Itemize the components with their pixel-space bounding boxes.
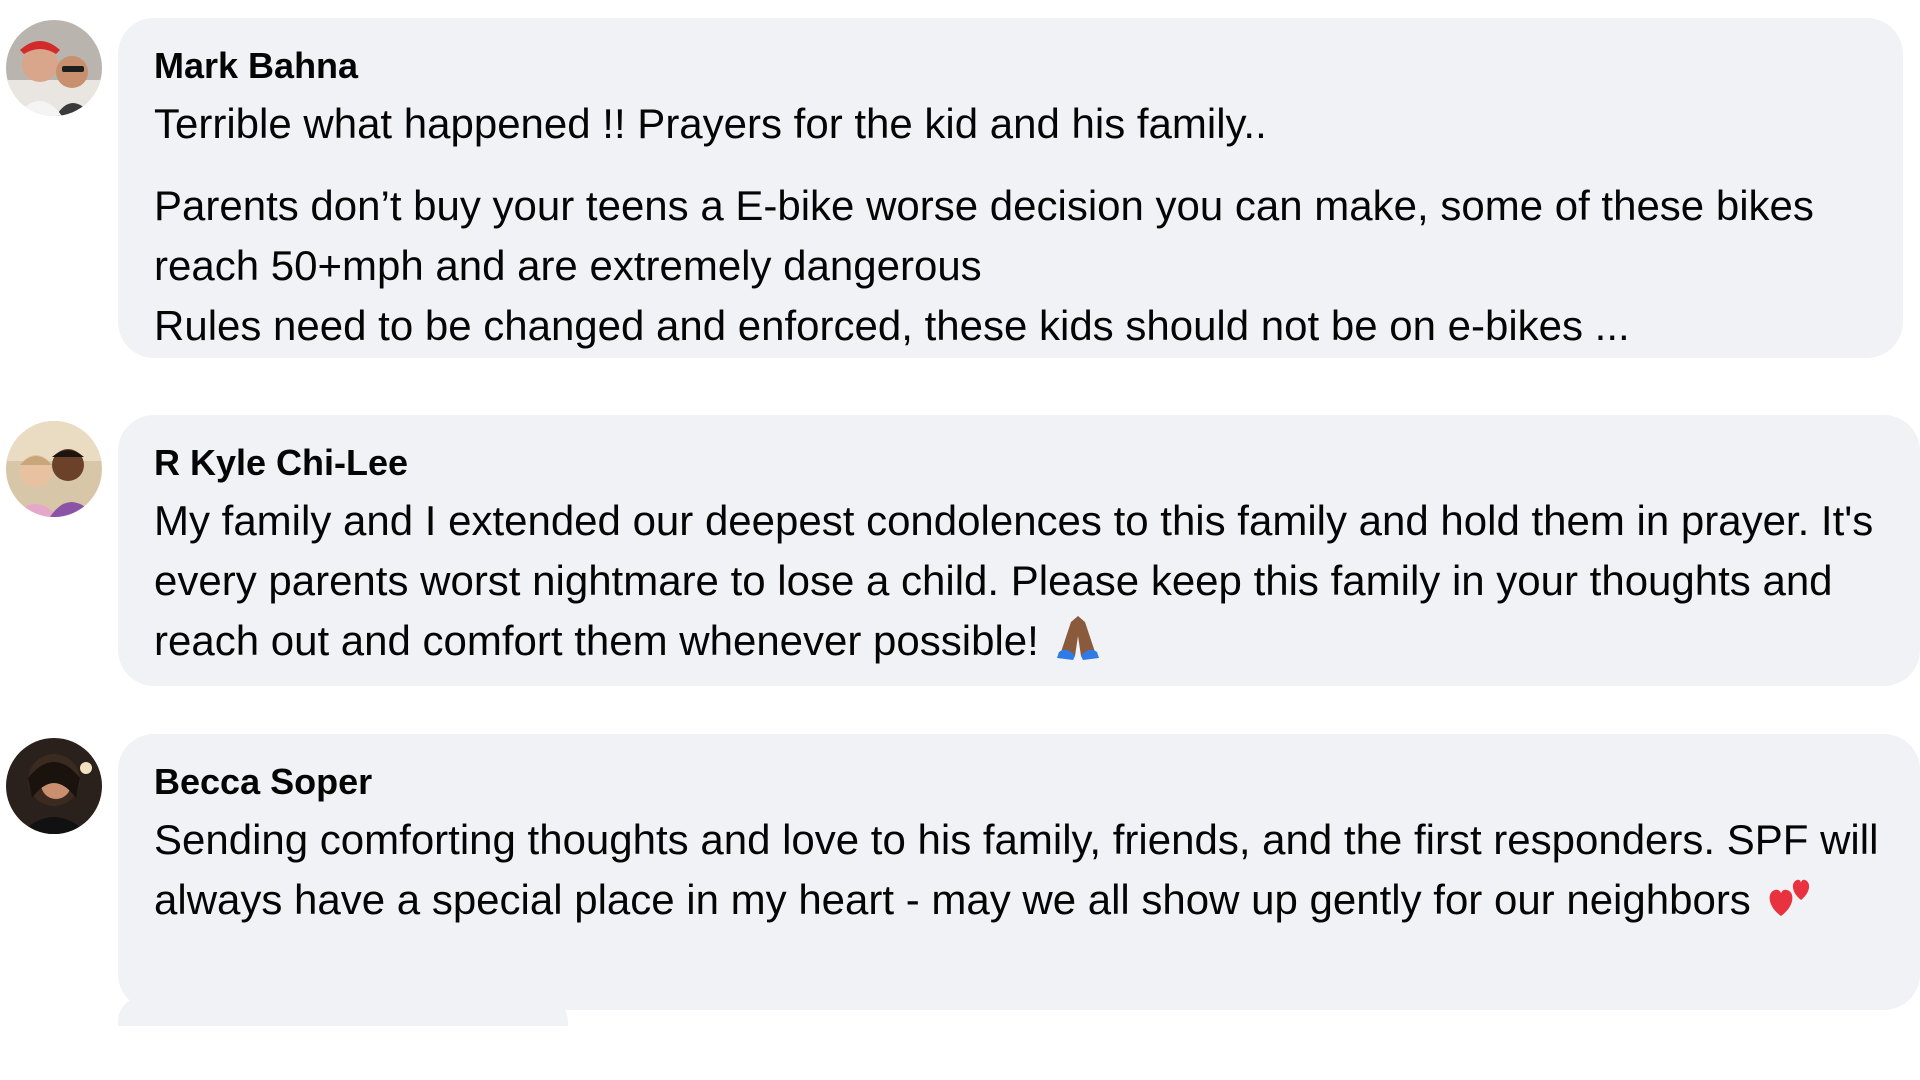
avatar[interactable] [6, 421, 102, 517]
comments-feed: Mark Bahna Terrible what happened !! Pra… [0, 0, 1920, 1080]
comment-paragraph: My family and I extended our deepest con… [154, 497, 1874, 664]
comment-paragraph: Parents don’t buy your teens a E-bike wo… [154, 182, 1814, 289]
comment-bubble: Mark Bahna Terrible what happened !! Pra… [118, 18, 1903, 358]
comment-author[interactable]: Becca Soper [154, 762, 1886, 802]
comment-author[interactable]: R Kyle Chi-Lee [154, 443, 1886, 483]
two-hearts-icon [1765, 870, 1817, 936]
comment-paragraph: Terrible what happened !! Prayers for th… [154, 100, 1267, 147]
profile-photo-avatar [6, 738, 102, 834]
avatar[interactable] [6, 20, 102, 116]
next-comment-bubble-edge [118, 996, 568, 1026]
comment-bubble: R Kyle Chi-Lee My family and I extended … [118, 415, 1920, 686]
avatar[interactable] [6, 738, 102, 834]
comment-author[interactable]: Mark Bahna [154, 46, 1869, 86]
folded-hands-icon [1053, 612, 1103, 676]
comment-text: Sending comforting thoughts and love to … [154, 810, 1886, 936]
comment-bubble: Becca Soper Sending comforting thoughts … [118, 734, 1920, 1010]
comment-paragraph: Rules need to be changed and enforced, t… [154, 302, 1630, 349]
profile-photo-avatar [6, 421, 102, 517]
profile-photo-avatar [6, 20, 102, 116]
comment-text: My family and I extended our deepest con… [154, 491, 1886, 676]
comment-text: Terrible what happened !! Prayers for th… [154, 94, 1869, 356]
comment-paragraph: Sending comforting thoughts and love to … [154, 816, 1879, 924]
